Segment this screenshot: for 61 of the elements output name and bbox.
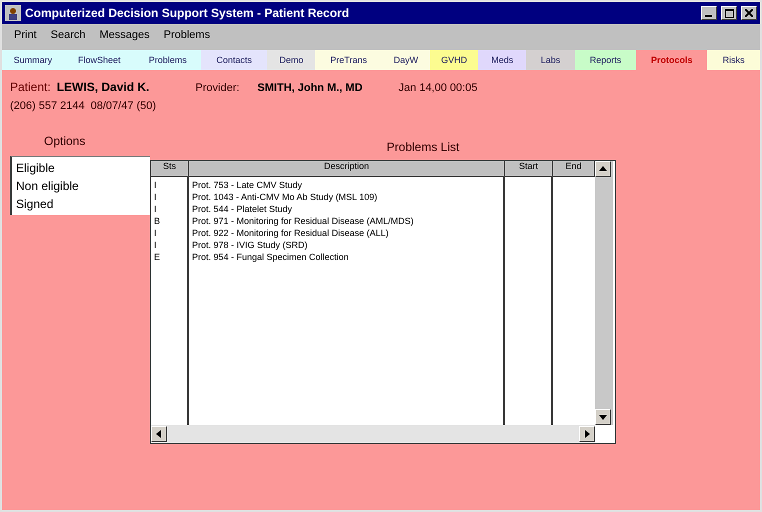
- patient-birthdate: 08/07/47 (50): [90, 100, 156, 112]
- up-arrow-icon: [598, 164, 608, 174]
- app-icon: [5, 5, 21, 21]
- provider-label: Provider:: [195, 82, 240, 94]
- patient-label: Patient:: [10, 80, 51, 94]
- record-date: Jan 14,00 00:05: [398, 82, 478, 94]
- status-cell-text: B: [154, 215, 162, 227]
- description-cell-text: Prot. 544 - Platelet Study: [192, 203, 294, 215]
- description-cell-text: Prot. 978 - IVIG Study (SRD): [192, 239, 309, 251]
- status-cell-text: E: [154, 251, 162, 263]
- provider-name: SMITH, John M., MD: [257, 82, 363, 94]
- description-cell-text: Prot. 1043 - Anti-CMV Mo Ab Study (MSL 109): [192, 191, 378, 203]
- tab[interactable]: Contacts: [200, 50, 268, 70]
- tab[interactable]: FlowSheet: [64, 50, 135, 70]
- status-cell-text: I: [154, 203, 158, 215]
- right-arrow-icon: [582, 429, 592, 439]
- menu-item[interactable]: Messages: [99, 29, 150, 41]
- tab[interactable]: Labs: [526, 50, 575, 70]
- column-header: Start: [505, 161, 553, 177]
- tab[interactable]: DayW: [382, 50, 430, 70]
- scroll-left-button[interactable]: [151, 426, 167, 442]
- scroll-down-button[interactable]: [595, 409, 611, 425]
- status-cell-text: I: [154, 239, 158, 251]
- tab[interactable]: Summary: [2, 50, 64, 70]
- maximize-button[interactable]: [721, 6, 737, 20]
- description-cell-text: Prot. 971 - Monitoring for Residual Disease (AML/MDS): [192, 215, 415, 227]
- option-item[interactable]: Signed: [16, 195, 146, 213]
- column-header: Sts: [151, 161, 189, 177]
- patient-phone: (206) 557 2144: [10, 100, 85, 112]
- description-cell-text: Prot. 954 - Fungal Specimen Collection: [192, 251, 350, 263]
- menu-item[interactable]: Search: [50, 29, 86, 41]
- maximize-icon: [724, 8, 734, 18]
- tab[interactable]: Problems: [134, 50, 201, 70]
- problems-title: Problems List: [386, 140, 460, 154]
- status-cell-text: I: [154, 227, 158, 239]
- left-arrow-icon: [154, 429, 164, 439]
- status-cell-text: I: [154, 179, 158, 191]
- description-cell-text: Prot. 922 - Monitoring for Residual Disease (ALL): [192, 227, 390, 239]
- status-cell-text: I: [154, 191, 158, 203]
- window-title: Computerized Decision Support System - Patient Record: [25, 6, 350, 20]
- close-button[interactable]: [741, 6, 757, 20]
- description-cell-text: Prot. 753 - Late CMV Study: [192, 179, 304, 191]
- option-item[interactable]: Non eligible: [16, 177, 146, 195]
- tab[interactable]: Reports: [574, 50, 636, 70]
- options-title: Options: [44, 134, 86, 148]
- tab[interactable]: Meds: [478, 50, 526, 70]
- close-icon: [745, 9, 753, 17]
- minimize-button[interactable]: [701, 6, 717, 20]
- tab[interactable]: Risks: [707, 50, 760, 70]
- tab[interactable]: Demo: [267, 50, 316, 70]
- patient-name: LEWIS, David K.: [56, 80, 150, 94]
- option-item[interactable]: Eligible: [16, 159, 146, 177]
- scroll-up-button[interactable]: [595, 161, 611, 177]
- scroll-right-button[interactable]: [579, 426, 595, 442]
- menu-item[interactable]: Print: [14, 29, 37, 41]
- column-header: End: [553, 161, 595, 177]
- down-arrow-icon: [598, 412, 608, 422]
- menu-item[interactable]: Problems: [164, 29, 210, 41]
- tab[interactable]: PreTrans: [315, 50, 382, 70]
- column-header: Description: [189, 161, 505, 177]
- tab[interactable]: GVHD: [430, 50, 478, 70]
